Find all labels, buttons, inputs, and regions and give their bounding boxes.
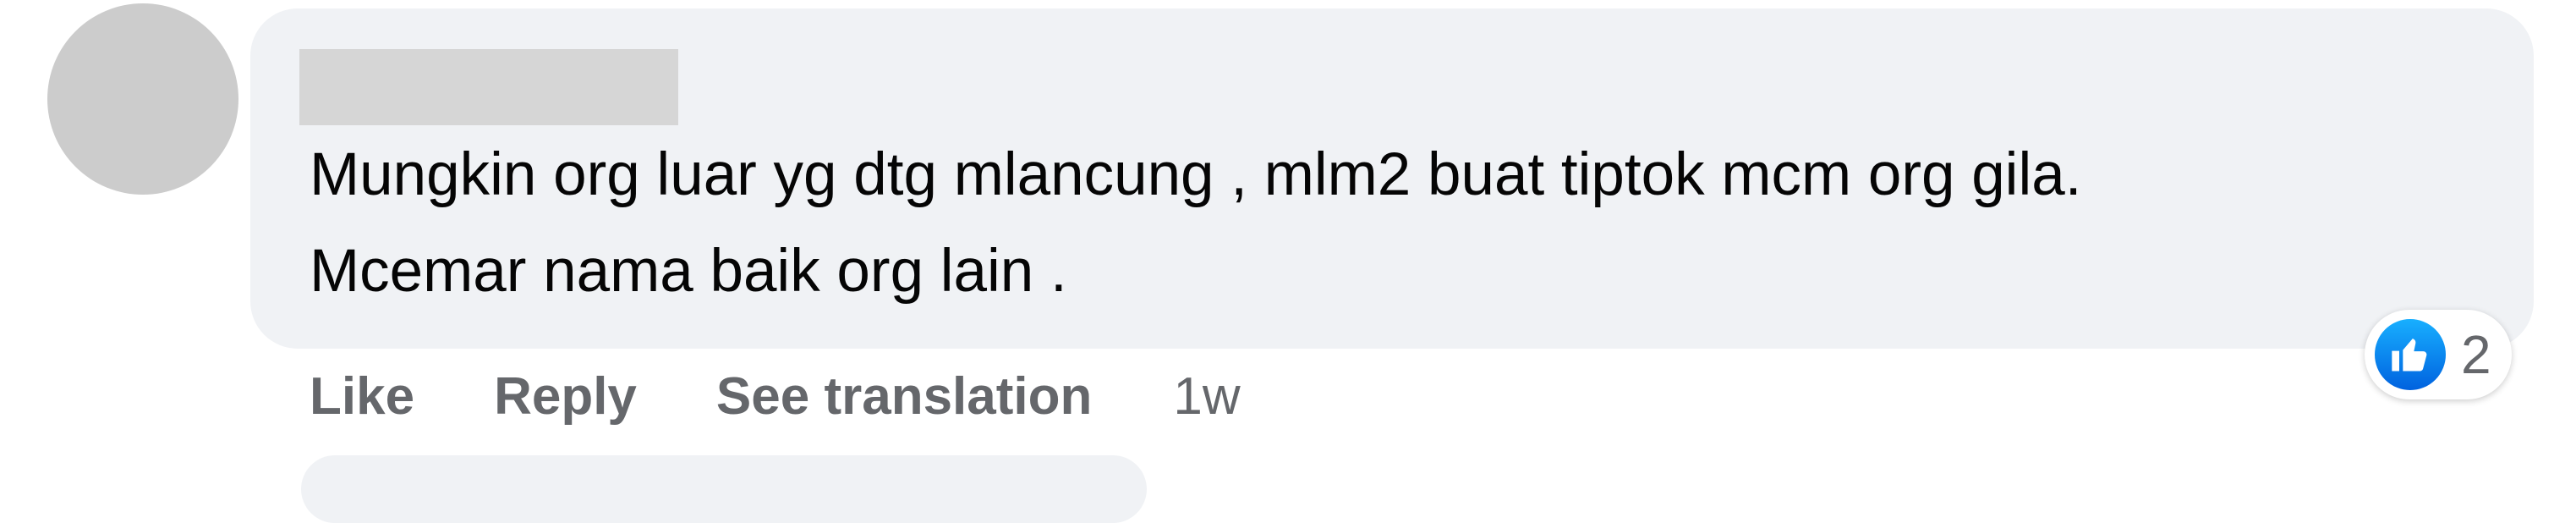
see-translation-button[interactable]: See translation	[716, 366, 1092, 427]
comment-timestamp[interactable]: 1w	[1173, 366, 1240, 427]
reaction-summary[interactable]: 2	[2365, 310, 2512, 399]
comment-text: Mungkin org luar yg dtg mlancung , mlm2 …	[310, 141, 2082, 305]
thumbs-up-glyph	[2392, 339, 2427, 372]
avatar[interactable]	[47, 3, 238, 195]
redacted-author-name[interactable]	[299, 49, 678, 125]
next-comment-bubble	[301, 455, 1147, 523]
like-icon	[2371, 316, 2449, 394]
reply-button[interactable]: Reply	[494, 366, 637, 427]
like-button[interactable]: Like	[310, 366, 414, 427]
reaction-count: 2	[2461, 324, 2491, 385]
comment-actions: Like Reply See translation 1w	[310, 354, 1241, 438]
